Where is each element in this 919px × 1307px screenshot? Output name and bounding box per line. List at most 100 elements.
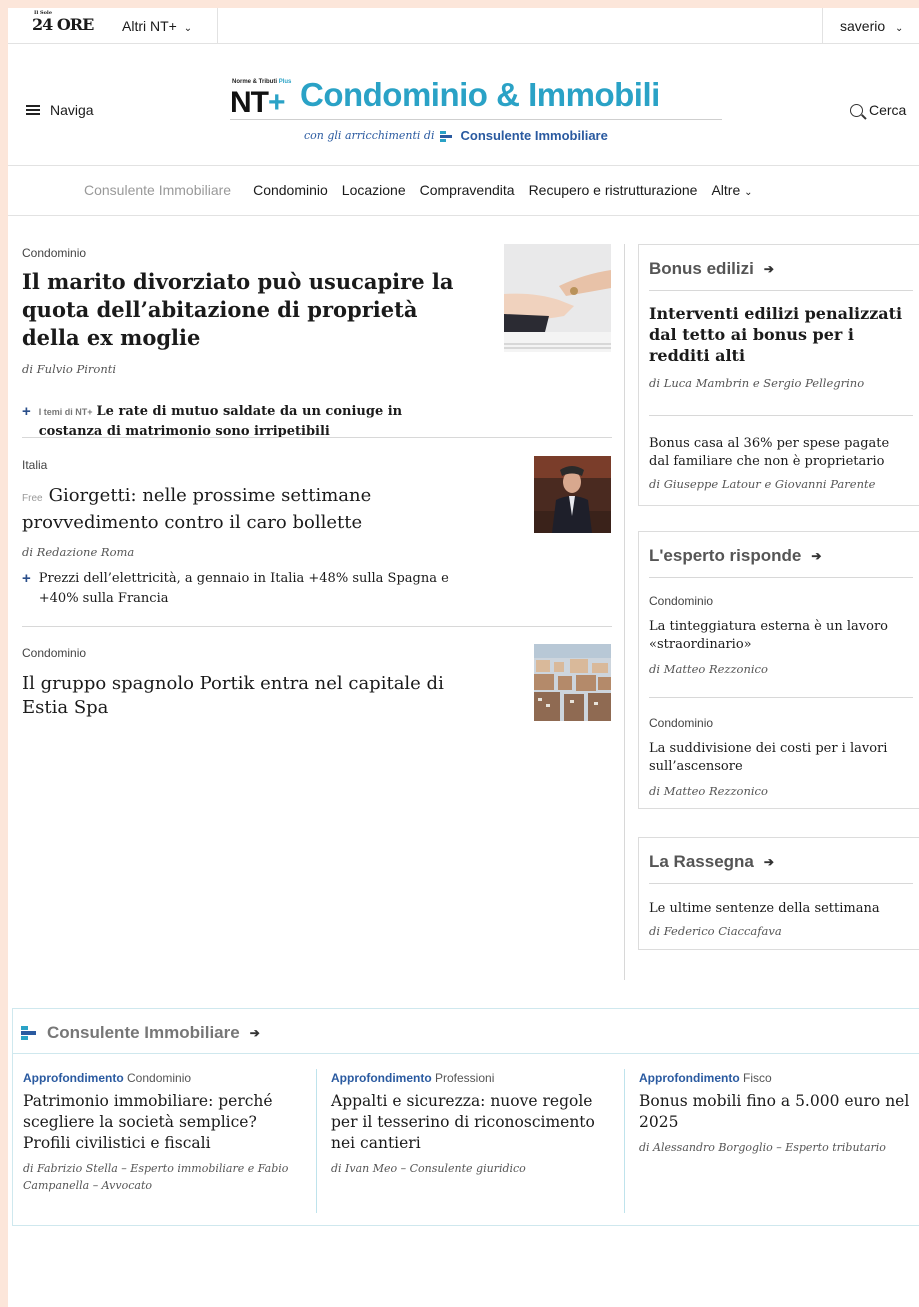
consulente-immobiliare-header[interactable]: Consulente Immobiliare ➔: [21, 1023, 260, 1043]
section-nav: Consulente Immobiliare Condominio Locazi…: [8, 166, 919, 216]
item-label: Approfondimento Fisco: [639, 1071, 772, 1085]
arrow-right-icon: ➔: [811, 549, 822, 563]
divider: [316, 1069, 317, 1213]
article-image[interactable]: [504, 244, 611, 352]
brand-logo[interactable]: Norme & Tributi Plus NT+ Condominio & Im…: [230, 76, 722, 120]
sidebar-article-title[interactable]: Le ultime sentenze della settimana: [649, 900, 913, 918]
brand-title: Condominio & Immobili: [300, 76, 660, 113]
sidebar-article-title[interactable]: La tinteggiatura esterna è un lavoro «st…: [649, 618, 913, 654]
related-article[interactable]: + I temi di NT+ Le rate di mutuo saldate …: [22, 402, 462, 442]
arrow-right-icon: ➔: [763, 855, 774, 869]
item-title[interactable]: Appalti e sicurezza: nuove regole per il…: [331, 1091, 611, 1154]
site-header: Naviga Norme & Tributi Plus NT+ Condomin…: [8, 44, 919, 166]
divider: [822, 8, 823, 44]
nav-item-locazione[interactable]: Locazione: [342, 182, 406, 198]
bonus-edilizi-box: Bonus edilizi ➔ Interventi edilizi penal…: [638, 244, 919, 506]
article-byline: di Redazione Roma: [22, 545, 135, 559]
divider: [13, 1053, 919, 1054]
related-title: Prezzi dell’elettricità, a gennaio in It…: [38, 571, 449, 606]
plus-icon: +: [22, 570, 31, 587]
article-title-wrap[interactable]: Free Giorgetti: nelle prossime settimane …: [22, 484, 482, 535]
list-item: Bonus casa al 36% per spese pagate dal f…: [649, 435, 913, 491]
tagline-brand: Consulente Immobiliare: [460, 128, 608, 143]
naviga-label: Naviga: [50, 102, 94, 118]
logo-sup: Il Sole: [34, 10, 53, 16]
nav-item-altre[interactable]: Altre ⌄: [711, 182, 752, 198]
item-title[interactable]: Patrimonio immobiliare: perché scegliere…: [23, 1091, 293, 1154]
article-card: Condominio Il gruppo spagnolo Portik ent…: [22, 646, 612, 720]
nt-plus-logo: NT+: [230, 86, 286, 119]
list-item: Condominio La suddivisione dei costi per…: [649, 716, 913, 798]
chevron-down-icon: ⌄: [895, 23, 904, 34]
user-menu[interactable]: saverio ⌄: [840, 18, 903, 34]
tagline-text: con gli arricchimenti di: [304, 129, 435, 142]
article-image[interactable]: [534, 644, 611, 721]
brand-tagline: con gli arricchimenti di Consulente Immo…: [304, 128, 608, 143]
altri-label: Altri NT+: [122, 18, 177, 34]
sidebar-article-byline: di Matteo Rezzonico: [649, 784, 768, 798]
page: Il Sole 24 ORE Altri NT+ ⌄ saverio ⌄ Nav…: [8, 8, 919, 1307]
sidebar-article-title[interactable]: Interventi edilizi penalizzati dal tetto…: [649, 303, 913, 366]
item-label: Approfondimento Professioni: [331, 1071, 495, 1085]
sidebar-article-category[interactable]: Condominio: [649, 594, 913, 608]
sole-24-ore-logo[interactable]: Il Sole 24 ORE: [32, 10, 94, 34]
article-card: Italia Free Giorgetti: nelle prossime set…: [22, 458, 612, 609]
divider: [649, 883, 913, 884]
user-name: saverio: [840, 18, 886, 34]
arrow-right-icon: ➔: [763, 262, 774, 276]
sidebar-article-title[interactable]: La suddivisione dei costi per i lavori s…: [649, 740, 913, 776]
divider: [217, 8, 218, 44]
item-byline: di Alessandro Borgoglio – Esperto tribut…: [639, 1141, 886, 1154]
divider: [22, 437, 612, 438]
related-title: Le rate di mutuo saldate da un coniuge i…: [38, 404, 403, 439]
nav-item-condominio[interactable]: Condominio: [253, 182, 328, 198]
divider: [22, 626, 612, 627]
la-rassegna-header[interactable]: La Rassegna ➔: [649, 852, 774, 872]
search-button[interactable]: Cerca: [850, 102, 906, 118]
article-image[interactable]: [534, 456, 611, 533]
altri-nt-dropdown[interactable]: Altri NT+ ⌄: [122, 18, 192, 34]
item-title[interactable]: Bonus mobili fino a 5.000 euro nel 2025: [639, 1091, 917, 1133]
list-item: Approfondimento Fisco Bonus mobili fino …: [639, 1071, 917, 1156]
brand-subtitle: Norme & Tributi Plus: [232, 79, 292, 85]
article-category[interactable]: Condominio: [22, 646, 612, 660]
arrow-right-icon: ➔: [249, 1026, 260, 1040]
sidebar-article-byline: di Giuseppe Latour e Giovanni Parente: [649, 477, 876, 491]
nav-item-compravendita[interactable]: Compravendita: [420, 182, 515, 198]
sidebar-article-category[interactable]: Condominio: [649, 716, 913, 730]
related-tag: I temi di NT+: [38, 407, 93, 417]
article-title[interactable]: Il marito divorziato può usucapire la qu…: [22, 268, 482, 352]
hamburger-icon: [26, 105, 40, 115]
search-label: Cerca: [869, 102, 907, 118]
consulente-immobiliare-icon: [440, 130, 454, 142]
chevron-down-icon: ⌄: [744, 187, 753, 198]
logo-text: 24 ORE: [32, 15, 94, 34]
divider: [649, 697, 913, 698]
sidebar-article-byline: di Matteo Rezzonico: [649, 662, 768, 676]
item-byline: di Fabrizio Stella – Esperto immobiliare…: [23, 1162, 289, 1192]
article-title[interactable]: Il gruppo spagnolo Portik entra nel capi…: [22, 672, 482, 720]
consulente-immobiliare-section: Consulente Immobiliare ➔ Approfondimento…: [12, 1008, 919, 1226]
consulente-immobiliare-icon: [21, 1026, 37, 1040]
plus-icon: +: [22, 403, 31, 420]
bonus-edilizi-header[interactable]: Bonus edilizi ➔: [649, 259, 774, 279]
free-badge: Free: [22, 493, 43, 504]
sidebar-article-title[interactable]: Bonus casa al 36% per spese pagate dal f…: [649, 435, 913, 471]
nav-item-recupero[interactable]: Recupero e ristrutturazione: [529, 182, 698, 198]
la-rassegna-box: La Rassegna ➔ Le ultime sentenze della s…: [638, 837, 919, 950]
item-byline: di Ivan Meo – Consulente giuridico: [331, 1162, 526, 1175]
chevron-down-icon: ⌄: [183, 23, 193, 34]
article-category[interactable]: Italia: [22, 458, 612, 472]
divider: [649, 415, 913, 416]
list-item: Condominio La tinteggiatura esterna è un…: [649, 594, 913, 676]
article-byline: di Fulvio Pironti: [22, 362, 117, 376]
related-article[interactable]: + Prezzi dell’elettricità, a gennaio in …: [22, 569, 472, 609]
divider: [649, 290, 913, 291]
naviga-menu-button[interactable]: Naviga: [26, 102, 94, 118]
list-item: Approfondimento Professioni Appalti e si…: [331, 1071, 611, 1177]
top-bar: Il Sole 24 ORE Altri NT+ ⌄ saverio ⌄: [8, 8, 919, 44]
divider: [649, 577, 913, 578]
item-label: Approfondimento Condominio: [23, 1071, 192, 1085]
nav-section-consulente[interactable]: Consulente Immobiliare: [84, 182, 231, 198]
esperto-risponde-header[interactable]: L'esperto risponde ➔: [649, 546, 821, 566]
